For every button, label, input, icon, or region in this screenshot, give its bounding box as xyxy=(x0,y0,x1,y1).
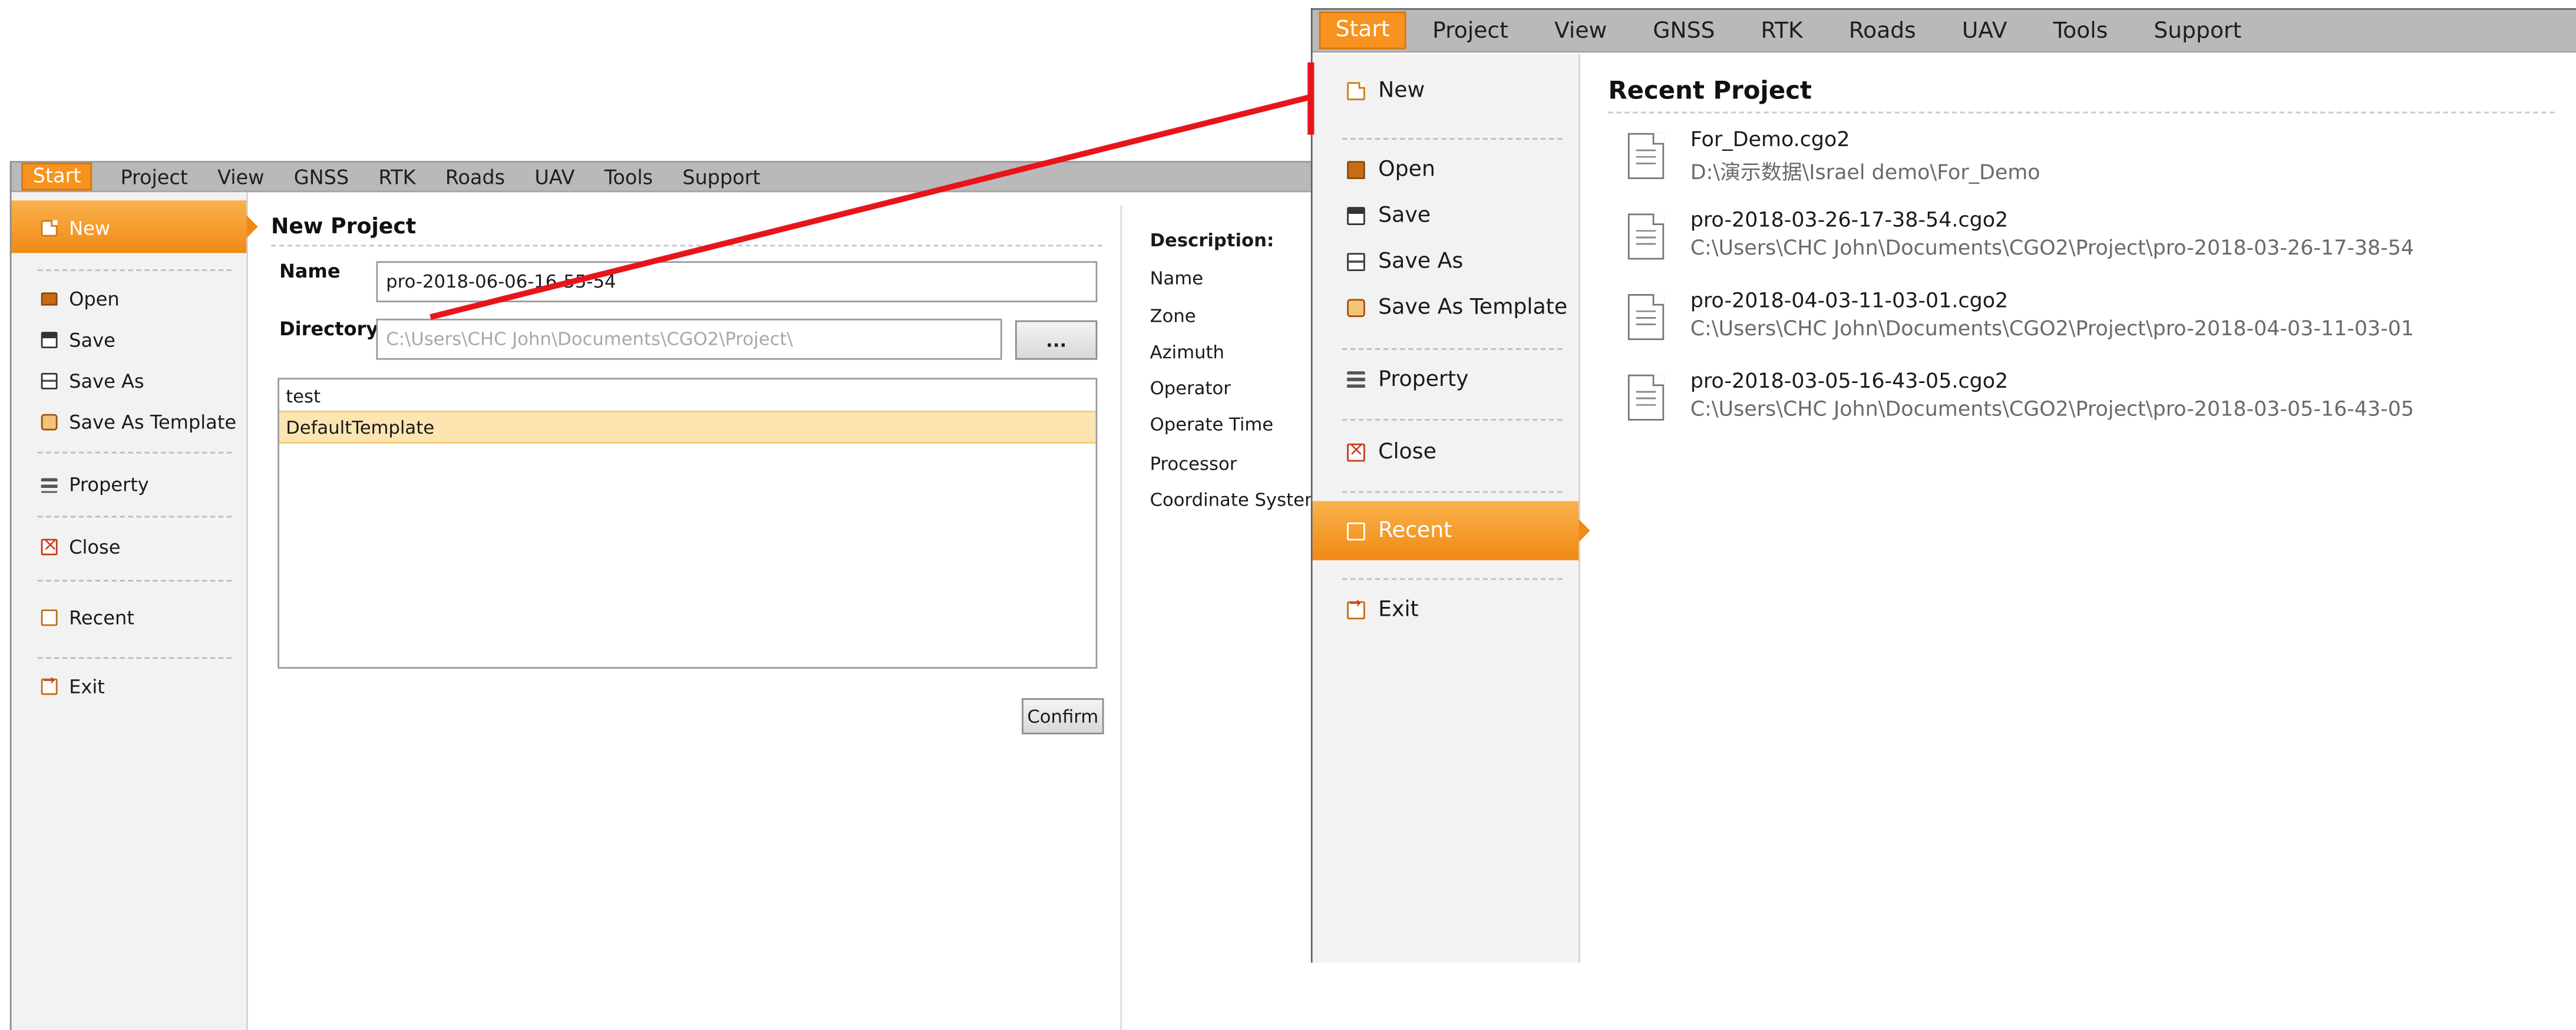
scene: Start Project View GNSS RTK Roads UAV To… xyxy=(0,0,2576,1030)
callout-line xyxy=(0,0,2576,1030)
callout-marker xyxy=(1307,62,1314,135)
callout-arrow-line xyxy=(430,97,1310,317)
